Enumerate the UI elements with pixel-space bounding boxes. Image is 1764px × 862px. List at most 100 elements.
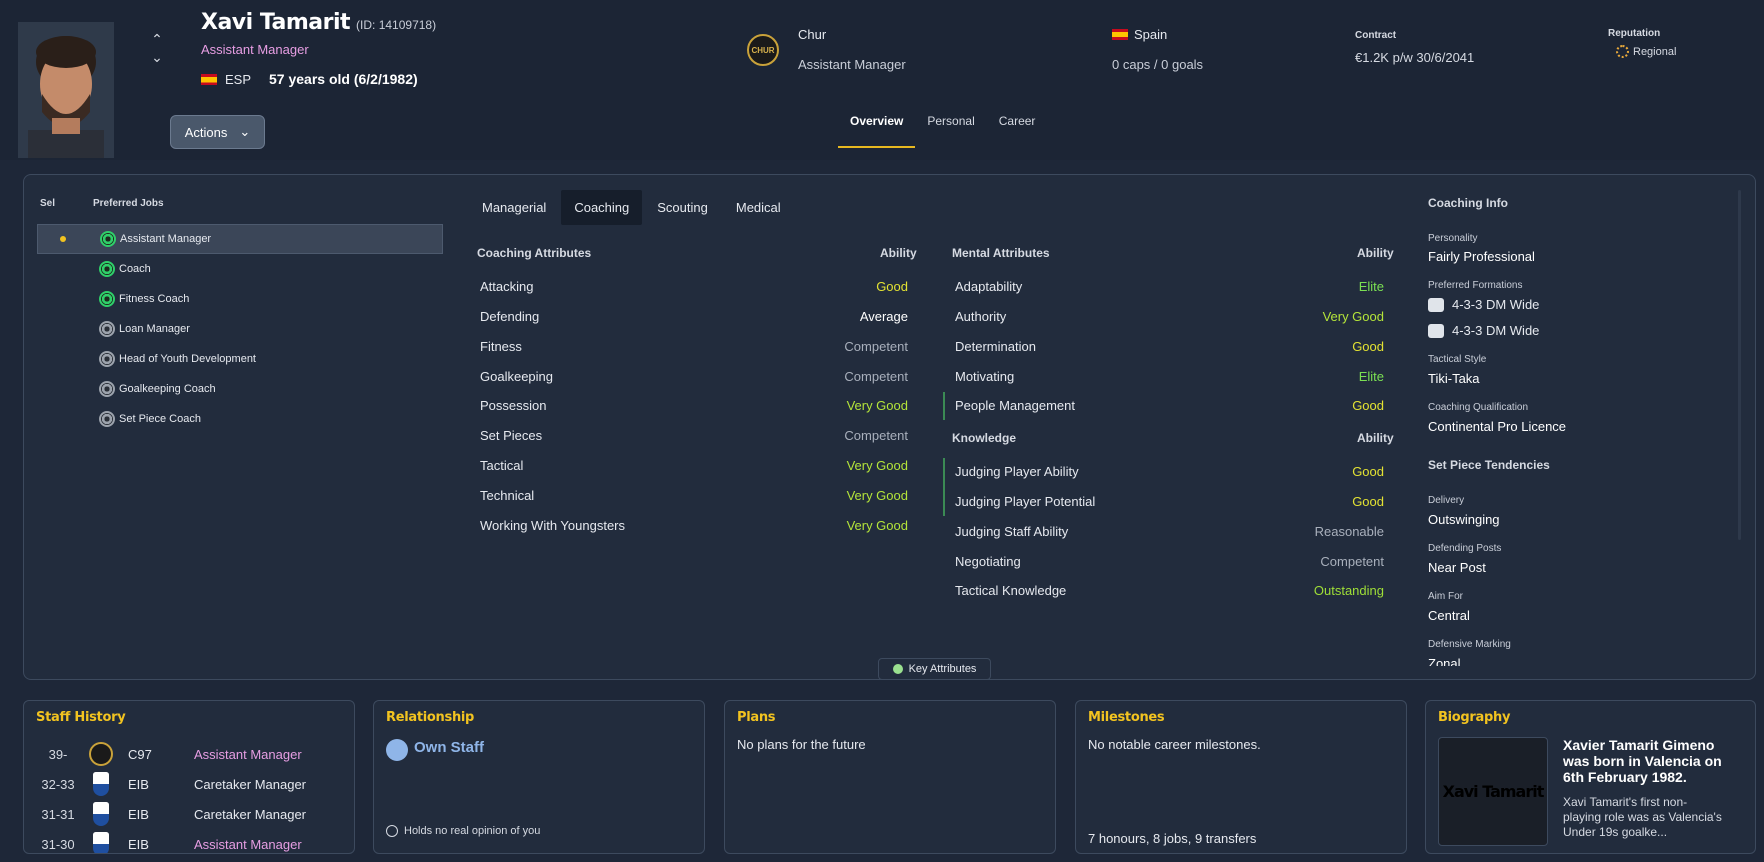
list-item[interactable]: Coach xyxy=(37,254,443,284)
formation-row[interactable]: 4-3-3 DM Wide xyxy=(1428,297,1539,312)
sel-column-header: Sel xyxy=(40,198,56,209)
attribute-row[interactable]: Fitness Competent xyxy=(480,339,908,354)
attribute-row[interactable]: Working With Youngsters Very Good xyxy=(480,518,908,533)
tab-medical[interactable]: Medical xyxy=(723,190,794,225)
row-marker xyxy=(943,392,945,420)
list-item[interactable]: Head of Youth Development xyxy=(37,344,443,374)
knowledge-ability-header: Ability xyxy=(1357,431,1394,445)
staff-name: Xavi Tamarit xyxy=(201,10,351,35)
staff-age: 57 years old (6/2/1982) xyxy=(269,71,418,87)
attribute-row[interactable]: Attacking Good xyxy=(480,279,908,294)
table-row[interactable]: 31-31 EIB Caretaker Manager xyxy=(24,799,354,829)
attribute-name: Tactical Knowledge xyxy=(955,583,1067,598)
attribute-row[interactable]: Tactical Very Good xyxy=(480,458,908,473)
attribute-row[interactable]: Determination Good xyxy=(955,339,1384,354)
qualification-value: Continental Pro Licence xyxy=(1428,419,1567,434)
mental-attributes-title: Mental Attributes xyxy=(952,246,1050,260)
milestones-summary: 7 honours, 8 jobs, 9 transfers xyxy=(1088,831,1257,846)
attribute-name: Working With Youngsters xyxy=(480,518,625,533)
attribute-name: Goalkeeping xyxy=(480,369,553,384)
tab-career[interactable]: Career xyxy=(987,108,1048,148)
posts-label: Defending Posts xyxy=(1428,543,1502,554)
formation-icon xyxy=(1428,297,1444,312)
personality-value: Fairly Professional xyxy=(1428,249,1535,264)
table-row[interactable]: 39- C97 Assistant Manager xyxy=(24,739,354,769)
attribute-row[interactable]: People Management Good xyxy=(955,398,1384,413)
style-label: Tactical Style xyxy=(1428,354,1487,365)
tab-coaching[interactable]: Coaching xyxy=(561,190,643,225)
biography-body: Xavi Tamarit's first non-playing role wa… xyxy=(1563,795,1722,839)
list-item[interactable]: Set Piece Coach xyxy=(37,404,443,434)
club-role: Assistant Manager xyxy=(798,57,906,72)
attribute-row[interactable]: Tactical Knowledge Outstanding xyxy=(955,583,1384,598)
tab-personal[interactable]: Personal xyxy=(915,108,986,148)
attribute-row[interactable]: Judging Player Potential Good xyxy=(955,494,1384,509)
attribute-name: Adaptability xyxy=(955,279,1023,294)
attribute-row[interactable]: Judging Staff Ability Reasonable xyxy=(955,524,1384,539)
attribute-name: Possession xyxy=(480,398,547,413)
job-label: Set Piece Coach xyxy=(119,413,201,425)
attribute-value: Very Good xyxy=(846,488,908,503)
table-row[interactable]: 32-33 EIB Caretaker Manager xyxy=(24,769,354,799)
nation[interactable]: Spain xyxy=(1112,27,1167,42)
club-badge-icon[interactable]: CHUR xyxy=(747,34,779,66)
table-row[interactable]: 31-30 EIB Assistant Manager xyxy=(24,829,354,853)
attribute-name: Authority xyxy=(955,309,1007,324)
history-years: 32-33 xyxy=(41,776,75,792)
nation-name: Spain xyxy=(1134,27,1168,42)
biography-image: Xavi Tamarit xyxy=(1438,737,1548,846)
club-badge-icon xyxy=(93,802,109,826)
attribute-name: Attacking xyxy=(480,279,534,294)
attribute-name: Judging Player Ability xyxy=(955,464,1079,479)
spain-flag-icon xyxy=(201,73,217,85)
formation-value: 4-3-3 DM Wide xyxy=(1452,323,1540,338)
job-label: Goalkeeping Coach xyxy=(119,383,216,395)
attribute-value: Competent xyxy=(844,428,908,443)
job-label: Coach xyxy=(119,263,151,275)
attribute-row[interactable]: Defending Average xyxy=(480,309,908,324)
plans-title: Plans xyxy=(737,710,776,725)
list-item[interactable]: Loan Manager xyxy=(37,314,443,344)
formations-label: Preferred Formations xyxy=(1428,280,1523,291)
spain-flag-icon xyxy=(1112,29,1128,40)
attribute-name: Judging Player Potential xyxy=(955,494,1096,509)
marking-label: Defensive Marking xyxy=(1428,639,1511,650)
clock-icon xyxy=(386,825,398,837)
posts-value: Near Post xyxy=(1428,560,1486,575)
list-item[interactable]: Goalkeeping Coach xyxy=(37,374,443,404)
key-attributes-button[interactable]: Key Attributes xyxy=(878,658,991,680)
tab-managerial[interactable]: Managerial xyxy=(469,190,559,225)
attribute-value: Competent xyxy=(1320,554,1384,569)
attribute-name: Set Pieces xyxy=(480,428,543,443)
formation-icon xyxy=(1428,323,1444,338)
history-club: EIB xyxy=(128,806,149,822)
attribute-row[interactable]: Authority Very Good xyxy=(955,309,1384,324)
info-scrollbar[interactable] xyxy=(1738,190,1741,540)
attribute-row[interactable]: Motivating Elite xyxy=(955,369,1384,384)
staff-id: (ID: 14109718) xyxy=(356,18,437,32)
formation-row[interactable]: 4-3-3 DM Wide xyxy=(1428,323,1539,338)
job-star-icon xyxy=(99,291,115,307)
next-arrow-icon[interactable]: ⌄ xyxy=(150,48,164,66)
tab-overview[interactable]: Overview xyxy=(838,108,916,148)
actions-button[interactable]: Actions ⌄ xyxy=(170,115,265,149)
style-value: Tiki-Taka xyxy=(1428,371,1480,386)
attribute-row[interactable]: Set Pieces Competent xyxy=(480,428,908,443)
staff-portrait xyxy=(18,22,114,158)
tab-scouting[interactable]: Scouting xyxy=(644,190,721,225)
staff-role[interactable]: Assistant Manager xyxy=(201,42,309,57)
list-item[interactable]: Fitness Coach xyxy=(37,284,443,314)
previous-arrow-icon[interactable]: ⌃ xyxy=(150,30,164,48)
key-attributes-label: Key Attributes xyxy=(908,663,977,675)
aim-label: Aim For xyxy=(1428,591,1463,602)
attribute-row[interactable]: Negotiating Competent xyxy=(955,554,1384,569)
list-item[interactable]: Assistant Manager xyxy=(37,224,443,254)
attribute-row[interactable]: Goalkeeping Competent xyxy=(480,369,908,384)
club-name[interactable]: Chur xyxy=(798,27,826,42)
attribute-row[interactable]: Adaptability Elite xyxy=(955,279,1384,294)
coaching-info: Coaching Info Personality Fairly Profess… xyxy=(1428,190,1728,666)
attribute-row[interactable]: Judging Player Ability Good xyxy=(955,464,1384,479)
attribute-value: Good xyxy=(1352,494,1384,509)
attribute-row[interactable]: Possession Very Good xyxy=(480,398,908,413)
attribute-row[interactable]: Technical Very Good xyxy=(480,488,908,503)
